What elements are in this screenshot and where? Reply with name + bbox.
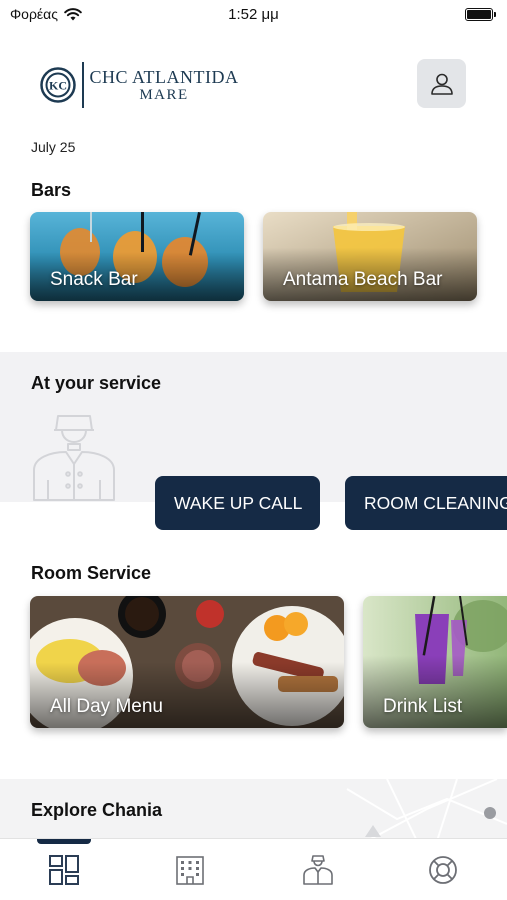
room-service-section-title: Room Service [31,563,152,583]
status-bar: Φορέας 1:52 μμ [0,0,507,28]
hotel-logo: KC CHC ATLANTIDA MARE [40,62,239,108]
logo-line-2: MARE [139,86,189,103]
dashboard-icon [49,855,79,885]
room-service-card-label: Drink List [383,696,463,717]
bar-card-antama-beach-bar[interactable]: Antama Beach Bar [263,212,477,301]
battery-icon [465,7,496,21]
logo-line-1: CHC ATLANTIDA [89,66,239,87]
room-service-card-drink-list[interactable]: Drink List [363,596,507,728]
bar-card-label: Snack Bar [50,269,138,290]
bar-card-label: Antama Beach Bar [283,269,443,290]
service-section-title: At your service [31,373,162,393]
map-lines-decoration [346,779,507,841]
logo-wordmark: CHC ATLANTIDA MARE [90,68,239,103]
profile-button[interactable] [417,59,466,108]
current-date: July 25 [31,139,76,155]
explore-section-title: Explore Chania [31,800,163,820]
active-tab-indicator [37,839,91,844]
bars-section-title: Bars [31,180,72,200]
room-service-card-label: All Day Menu [50,696,163,717]
concierge-icon [303,855,333,885]
bottom-tab-bar [0,838,507,900]
tab-dashboard[interactable] [47,853,81,887]
bar-card-snack-bar[interactable]: Snack Bar [30,212,244,301]
tab-help[interactable] [426,853,460,887]
svg-text:KC: KC [49,79,67,93]
room-cleaning-button[interactable]: ROOM CLEANING [345,476,507,530]
carrier-label: Φορέας [10,6,59,22]
logo-mark-icon: KC [40,67,76,103]
lifebuoy-icon [429,856,457,884]
wifi-icon [64,7,82,20]
concierge-illustration-icon [33,415,115,501]
status-left: Φορέας [10,6,82,22]
user-icon [430,73,453,95]
logo-divider [82,62,84,108]
hotel-building-icon [176,856,204,885]
room-service-card-all-day-menu[interactable]: All Day Menu [30,596,344,728]
tab-concierge[interactable] [301,853,335,887]
wake-up-call-button[interactable]: WAKE UP CALL [155,476,320,530]
tab-hotel[interactable] [173,853,207,887]
